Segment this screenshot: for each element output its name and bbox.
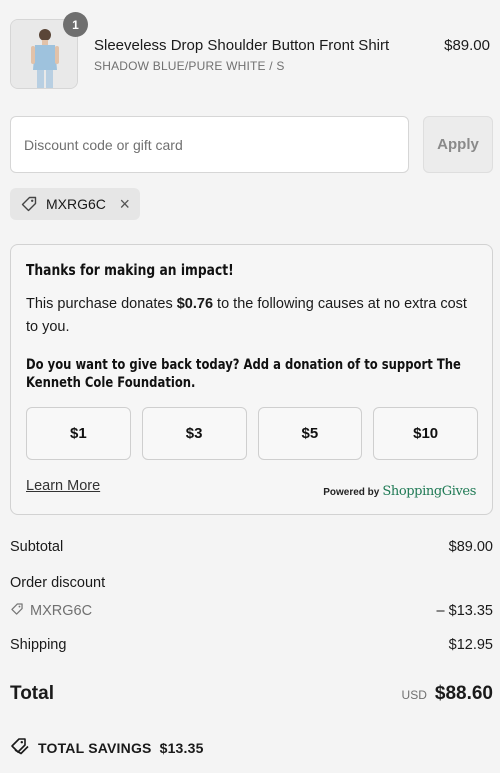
discount-code-text: MXRG6C (30, 603, 93, 619)
donate-1-button[interactable]: $1 (26, 407, 131, 460)
subtotal-label: Subtotal (10, 539, 64, 555)
discount-code-row: MXRG6C – $13.35 (10, 602, 493, 620)
powered-by-label: Powered by (323, 487, 380, 498)
subtotal-value: $89.00 (448, 539, 493, 555)
donate-5-button[interactable]: $5 (257, 407, 363, 460)
donate-10-button[interactable]: $10 (373, 407, 478, 460)
subtotal-row: Subtotal $89.00 (10, 539, 493, 555)
impact-description: This purchase donates $0.76 to the follo… (26, 293, 476, 339)
tag-icon (20, 195, 38, 213)
savings-label: TOTAL SAVINGS (38, 739, 152, 756)
product-variant: SHADOW BLUE/PURE WHITE / S (94, 59, 285, 73)
savings-tag-icon (10, 737, 30, 758)
savings-value: $13.35 (159, 739, 204, 756)
powered-by-logo: Powered by ShoppingGives (323, 484, 476, 499)
discount-code-label: MXRG6C (10, 602, 92, 620)
donation-amount: $0.76 (176, 296, 214, 312)
donation-question: Do you want to give back today? Add a do… (26, 357, 461, 391)
cart-line-item: 1 Sleeveless Drop Shoulder Button Front … (10, 12, 490, 91)
currency-code: USD (401, 688, 427, 702)
total-label: Total (10, 683, 54, 704)
product-name: Sleeveless Drop Shoulder Button Front Sh… (94, 37, 390, 54)
order-discount-row: Order discount (10, 575, 493, 591)
donate-3-button[interactable]: $3 (141, 407, 247, 460)
shipping-label: Shipping (10, 637, 67, 653)
donation-widget: Thanks for making an impact! This purcha… (10, 244, 493, 515)
total-row: Total USD $88.60 (10, 683, 493, 705)
remove-discount-icon[interactable]: × (119, 195, 130, 213)
discount-value: – $13.35 (436, 603, 493, 619)
impact-text-before: This purchase donates (26, 296, 177, 312)
total-value: USD $88.60 (402, 683, 493, 705)
discount-code-input[interactable] (10, 116, 409, 173)
quantity-badge: 1 (63, 12, 88, 37)
apply-discount-button[interactable]: Apply (423, 116, 493, 173)
product-price: $89.00 (444, 37, 490, 54)
impact-title: Thanks for making an impact! (26, 261, 234, 279)
donation-options: $1 $3 $5 $10 (26, 407, 478, 460)
applied-discount-chip: MXRG6C × (10, 188, 140, 220)
learn-more-link[interactable]: Learn More (26, 478, 100, 494)
tag-icon (10, 602, 24, 620)
shipping-value: $12.95 (448, 637, 493, 653)
order-discount-label: Order discount (10, 575, 106, 591)
total-amount: $88.60 (434, 683, 493, 704)
shoppinggives-logo: ShoppingGives (382, 484, 476, 499)
total-savings: TOTAL SAVINGS $13.35 (10, 737, 204, 758)
shipping-row: Shipping $12.95 (10, 637, 493, 653)
applied-code-label: MXRG6C (46, 196, 106, 212)
